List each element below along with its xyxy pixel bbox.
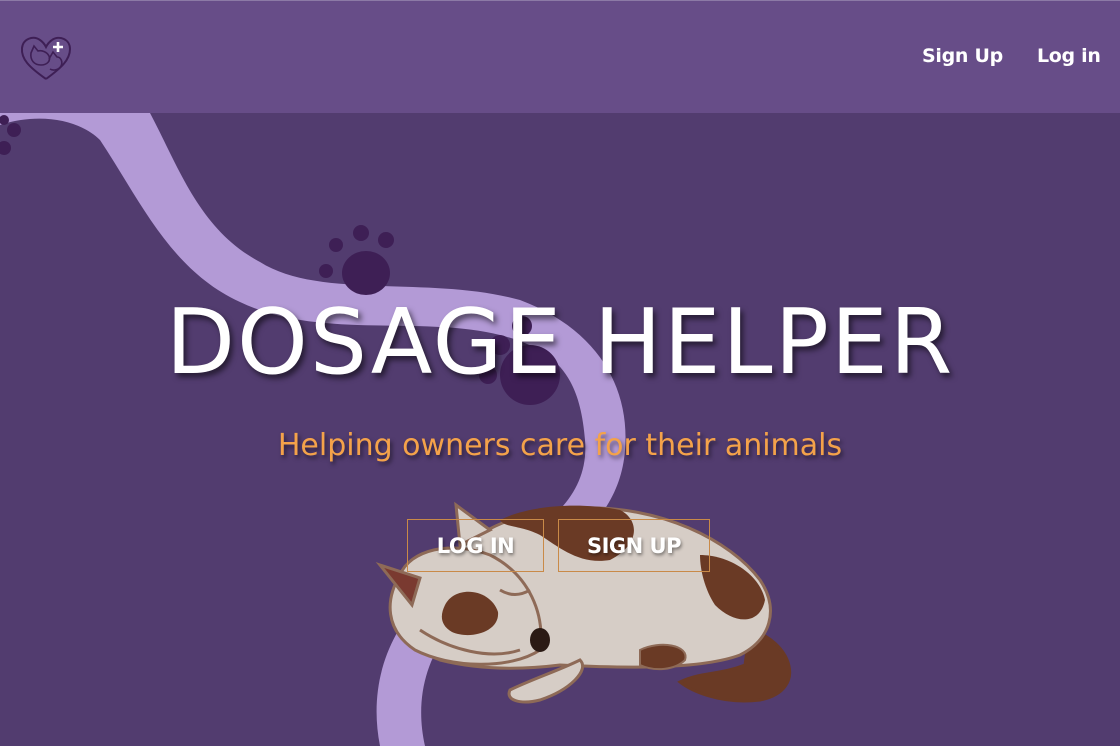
hero-title: DOSAGE HELPER xyxy=(165,290,955,395)
hero-login-button[interactable]: LOG IN xyxy=(407,519,544,572)
hero-signup-button[interactable]: SIGN UP xyxy=(558,519,710,572)
top-navbar: Sign Up Log in xyxy=(0,0,1120,113)
nav-signup-link[interactable]: Sign Up xyxy=(922,45,1003,67)
heart-paw-logo-icon[interactable] xyxy=(19,33,73,83)
nav-login-link[interactable]: Log in xyxy=(1037,45,1101,67)
hero-subtitle: Helping owners care for their animals xyxy=(277,428,843,463)
